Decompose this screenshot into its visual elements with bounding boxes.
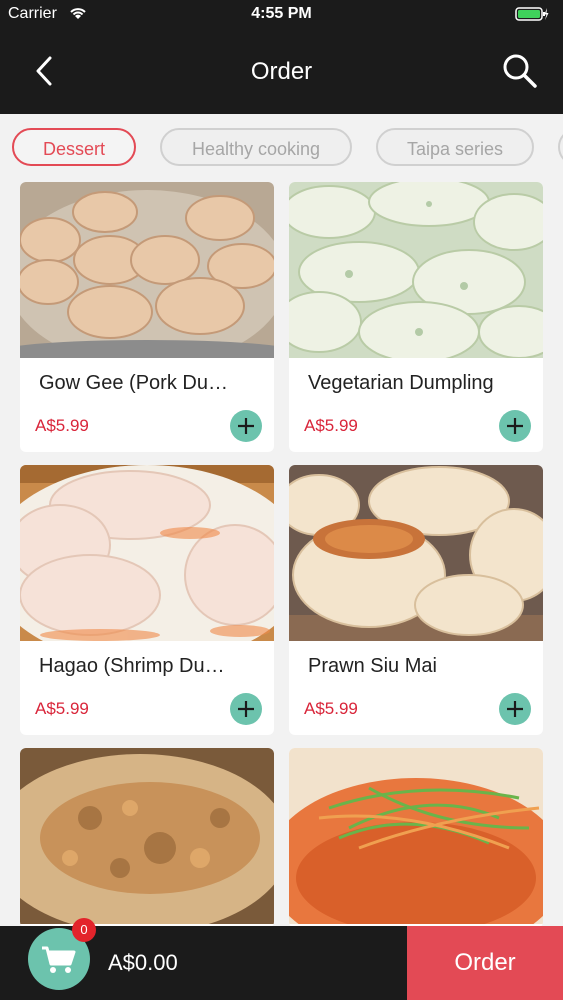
add-to-cart-icon[interactable]: [230, 410, 262, 442]
product-card[interactable]: Vegetarian Dumpling A$5.99: [289, 182, 543, 452]
add-to-cart-icon[interactable]: [499, 693, 531, 725]
product-card[interactable]: Hagao (Shrimp Du… A$5.99: [20, 465, 274, 735]
product-price: A$5.99: [35, 416, 89, 435]
product-card[interactable]: [289, 748, 543, 926]
add-to-cart-icon[interactable]: [230, 693, 262, 725]
vegetarian-dumpling-image: [289, 182, 543, 358]
status-bar: Carrier 4:55 PM: [0, 0, 563, 28]
order-button[interactable]: Order: [407, 926, 563, 1000]
bottom-bar: 0 A$0.00 Order: [0, 918, 563, 1000]
product-name: Gow Gee (Pork Du…: [39, 372, 228, 394]
cart-total: A$0.00: [108, 950, 178, 975]
product-price: A$5.99: [304, 416, 358, 435]
clock: 4:55 PM: [251, 5, 312, 22]
tab-more[interactable]: [558, 128, 563, 166]
product-name: Prawn Siu Mai: [308, 655, 437, 677]
battery-icon: [515, 7, 549, 21]
product-card[interactable]: [20, 748, 274, 926]
prawn-siu-mai-image: [289, 465, 543, 641]
product-card[interactable]: Gow Gee (Pork Du… A$5.99: [20, 182, 274, 452]
product-name: Hagao (Shrimp Du…: [39, 655, 225, 677]
search-icon[interactable]: [501, 52, 539, 90]
category-tabs: Dessert Healthy cooking Taipa series: [0, 114, 563, 180]
add-to-cart-icon[interactable]: [499, 410, 531, 442]
product-grid: Gow Gee (Pork Du… A$5.99 Vegetarian Dump…: [0, 180, 563, 926]
steamed-fish-image: [289, 748, 543, 924]
tab-healthy-cooking[interactable]: Healthy cooking: [160, 128, 352, 166]
product-name: Vegetarian Dumpling: [308, 372, 494, 394]
gow-gee-image: [20, 182, 274, 358]
product-price: A$5.99: [304, 699, 358, 718]
product-price: A$5.99: [35, 699, 89, 718]
tab-dessert[interactable]: Dessert: [12, 128, 136, 166]
product-card[interactable]: Prawn Siu Mai A$5.99: [289, 465, 543, 735]
cart-count-badge: 0: [72, 918, 96, 942]
hagao-image: [20, 465, 274, 641]
nav-bar: Order: [0, 28, 563, 114]
tab-taipa-series[interactable]: Taipa series: [376, 128, 534, 166]
fried-dish-image: [20, 748, 274, 924]
page-title: Order: [250, 58, 313, 85]
